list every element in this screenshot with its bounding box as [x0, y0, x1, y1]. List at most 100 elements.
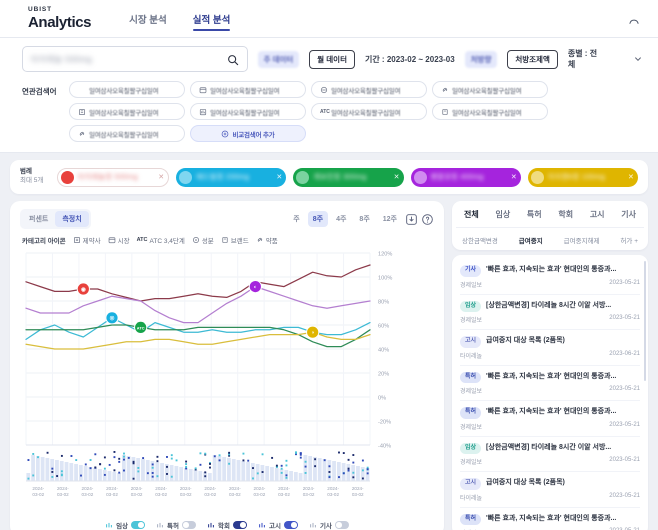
related-keyword-pill[interactable]: 일여삼사오육칠팔구십일여 [69, 81, 185, 98]
close-icon[interactable]: ✕ [511, 173, 517, 181]
related-keywords-label: 연관검색어 [22, 87, 57, 96]
legend-chip-name: 이지엔6정 100mg [547, 174, 606, 181]
chart-filter-brand[interactable]: 브랜드 [221, 235, 249, 245]
side-tab-conference[interactable]: 학회 [556, 208, 575, 221]
chart-mode-measure[interactable]: 측정치 [55, 211, 89, 227]
related-keyword-pill[interactable]: 일여삼사오육칠팔구십일여 [69, 103, 185, 120]
related-keyword-pill[interactable]: 일여삼사오육칠팔구십일여 [432, 81, 548, 98]
related-keyword-pill[interactable]: 일여삼사오육칠팔구십일여 [190, 81, 306, 98]
close-icon[interactable]: ✕ [158, 173, 164, 181]
news-source: 경제일보 [460, 460, 483, 466]
subtab-benefit-stop-release[interactable]: 급여중지해제 [564, 235, 600, 245]
chart-legend-label: 특허 [167, 523, 180, 530]
chart-legend-patent[interactable]: 특허 [156, 520, 197, 530]
svg-text:03-02: 03-02 [278, 492, 290, 497]
chart-legend-conference[interactable]: 학회 [207, 520, 247, 530]
svg-text:2024-: 2024- [278, 486, 290, 491]
side-tab-article[interactable]: 기사 [619, 208, 638, 221]
toggle-patent[interactable] [182, 521, 197, 529]
close-icon[interactable]: ✕ [394, 173, 400, 181]
chart-filter-ingredient[interactable]: 성분 [192, 235, 214, 245]
news-item[interactable]: 특허 '빠른 효과, 지속되는 효과' 현대인의 통증과... 경제일보 202… [460, 366, 640, 401]
close-icon[interactable]: ✕ [628, 173, 634, 181]
legend-chip[interactable]: 애드빌정 200mg ✕ [176, 167, 287, 187]
related-keyword-pill[interactable]: 일여삼사오육칠팔구십일여 [311, 81, 427, 98]
chart-filter-label: ATC 3,4단계 [149, 238, 185, 245]
legend-chip[interactable]: 펜잘큐정 400mg ✕ [410, 167, 521, 187]
chart-plot-area[interactable]: 120% 100% 80% 60% 40% 20% 0% -20% -40% ◉ ◐ ◎ ATC ◑ 202… [20, 249, 434, 517]
related-keyword-pill[interactable]: ATC 일여삼사오육칠팔구십일여 [311, 103, 427, 120]
news-item[interactable]: 기사 '빠른 효과, 지속되는 효과' 현대인의 통증과... 경제일보 202… [460, 259, 640, 295]
nav-item-performance-analysis[interactable]: 실적 분석 [192, 0, 230, 37]
news-item[interactable]: 임상 [상한금액변경] 타이레놀 8시간 이알 서방... 경제일보 2023-… [460, 295, 640, 330]
chart-filter-market[interactable]: 시장 [108, 235, 130, 245]
side-tab-notice[interactable]: 고시 [588, 208, 607, 221]
atc-icon: ATC [136, 237, 148, 243]
legend-chip[interactable]: 이지엔6정 100mg ✕ [527, 167, 639, 187]
news-scrollbar[interactable] [643, 261, 646, 381]
svg-text:2024-: 2024- [303, 486, 315, 491]
range-12weeks[interactable]: 12주 [378, 211, 402, 227]
news-source: 경제일보 [460, 424, 483, 431]
help-circle-icon[interactable] [421, 213, 434, 226]
toggle-conference[interactable] [232, 521, 247, 529]
legend-chip[interactable]: 게보린정 300mg ✕ [293, 167, 404, 187]
legend-color-dot [413, 170, 427, 184]
side-tab-all[interactable]: 전체 [462, 208, 481, 221]
range-8weeks[interactable]: 8주 [354, 211, 374, 227]
date-range-text: 기간 : 2023-02 ~ 2023-03 [364, 54, 455, 64]
subtab-price-change[interactable]: 상한금액변경 [462, 235, 498, 245]
range-8weeks-active[interactable]: 8주 [307, 211, 329, 227]
news-item[interactable]: 임상 [상한금액변경] 타이레놀 8시간 이알 서방... 경제일보 2023-… [460, 437, 640, 472]
svg-text:ATC: ATC [137, 325, 145, 330]
chart-filter-label: 브랜드 [230, 238, 249, 245]
download-icon[interactable] [405, 213, 418, 226]
search-input[interactable]: 타이레놀 500mg [22, 46, 248, 72]
chart-legend-clinical[interactable]: 임상 [105, 520, 146, 530]
chart-legend-notice[interactable]: 고시 [258, 520, 298, 530]
prescription-label: 처방량 [464, 50, 498, 68]
legend-chip[interactable]: 타이레놀정 500mg ✕ [57, 167, 170, 187]
side-tab-patent[interactable]: 특허 [525, 208, 544, 221]
subtab-approval[interactable]: 허가 + [620, 235, 638, 245]
range-week[interactable]: 주 [288, 211, 304, 227]
chart-filter-atc[interactable]: ATC ATC 3,4단계 [137, 235, 185, 245]
news-item[interactable]: 고시 급여중지 대상 목록 (2품목) 타이레놀 2023-05-21 [460, 472, 640, 508]
side-tab-clinical[interactable]: 임상 [493, 208, 512, 221]
news-item[interactable]: 특허 '빠른 효과, 지속되는 효과' 현대인의 통증과... 경제일보 202… [460, 508, 640, 530]
chart-filter-drug[interactable]: 약품 [256, 235, 278, 245]
period-toggle-button[interactable]: 월 데이터 [309, 49, 355, 69]
link-icon [78, 86, 86, 94]
related-keyword-pill[interactable]: 일여삼사오육칠팔구십일여 [69, 125, 185, 142]
toggle-clinical[interactable] [131, 521, 146, 529]
prescription-amount-button[interactable]: 처방조제액 [507, 49, 558, 69]
nav-item-market-analysis[interactable]: 시장 분석 [129, 0, 167, 37]
bar-icon [259, 522, 265, 528]
news-item[interactable]: 고시 급여중지 대상 목록 (2품목) 타이레놀 2023-06-21 [460, 330, 640, 366]
subtab-benefit-stop[interactable]: 급여중지 [519, 235, 543, 245]
close-icon[interactable]: ✕ [276, 173, 282, 181]
type-select[interactable]: 종별 : 전체 [568, 48, 644, 70]
side-tab-row: 전체 임상 특허 학회 고시 기사 [456, 208, 644, 221]
related-keyword-text: 일여삼사오육칠팔구십일여 [210, 109, 280, 117]
chart-legend-label: 고시 [268, 523, 281, 530]
user-avatar-icon[interactable] [624, 9, 644, 29]
range-4weeks[interactable]: 4주 [331, 211, 351, 227]
main-body: 퍼센트 측정치 주 8주 4주 8주 12주 카테고리 아이콘 제약사 시장 A… [0, 194, 658, 530]
news-item[interactable]: 특허 '빠른 효과, 지속되는 효과' 현대인의 통증과... 경제일보 202… [460, 401, 640, 437]
add-compare-keyword-button[interactable]: 비교검색어 추가 [190, 125, 306, 142]
news-source: 타이레놀 [460, 495, 483, 502]
pill-icon [320, 86, 328, 94]
brand-logo[interactable]: UBIST Analytics [28, 7, 92, 30]
chart-filter-manufacturer[interactable]: 제약사 [73, 235, 101, 245]
bar-icon [106, 522, 112, 528]
toggle-notice[interactable] [283, 521, 298, 529]
svg-text:◐: ◐ [254, 285, 257, 291]
related-keyword-pill[interactable]: 일여삼사오육칠팔구십일여 [432, 103, 548, 120]
related-keyword-pill[interactable]: 일여삼사오육칠팔구십일여 [190, 103, 306, 120]
search-icon[interactable] [227, 53, 239, 66]
chart-legend-article[interactable]: 기사 [309, 520, 349, 530]
toggle-article[interactable] [334, 521, 349, 529]
chart-mode-percent[interactable]: 퍼센트 [22, 211, 55, 227]
svg-text:80%: 80% [378, 300, 389, 306]
